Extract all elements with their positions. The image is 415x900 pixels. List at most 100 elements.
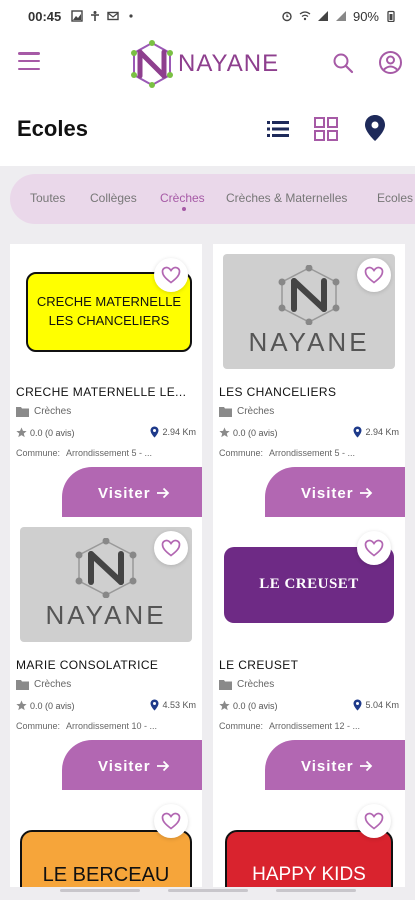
school-card[interactable]: CRECHE MATERNELLE LES CHANCELIERS CRECHE… (10, 244, 202, 519)
distance-text: 4.53 Km (162, 700, 196, 710)
system-icons: 90% (281, 9, 397, 24)
thumbnail-text-line: CRECHE MATERNELLE (36, 293, 182, 309)
nayane-logo-icon (75, 538, 137, 598)
commune-value: Arrondissement 10 - ... (66, 721, 158, 731)
thumbnail-sign: HAPPY KIDS (225, 830, 393, 887)
visit-label: Visiter (98, 484, 151, 502)
school-card[interactable]: NAYANE LES CHANCELIERS Crèches 0.0 (0 av… (213, 244, 405, 519)
distance-text: 5.04 Km (365, 700, 399, 710)
distance-text: 2.94 Km (162, 427, 196, 437)
school-card[interactable]: NAYANE MARIE CONSOLATRICE Crèches 0.0 (0… (10, 517, 202, 792)
favorite-heart-icon[interactable] (154, 258, 188, 292)
school-distance: 2.94 Km (150, 426, 196, 438)
school-commune: Commune: Arrondissement 5 - ... (16, 448, 196, 458)
nav-gesture-bar-center[interactable] (168, 889, 248, 892)
thumbnail-text: HAPPY KIDS (252, 864, 366, 885)
school-category: Crèches (16, 679, 71, 690)
arrow-right-icon (156, 487, 169, 499)
rating-text: 0.0 (0 avis) (233, 700, 278, 711)
dot-icon (129, 14, 133, 18)
nav-gesture-bar-right (276, 889, 356, 892)
visit-label: Visiter (301, 484, 354, 502)
signal-icon-2 (335, 11, 346, 21)
status-time: 00:45 (28, 8, 62, 24)
school-name: LES CHANCELIERS (219, 385, 337, 399)
star-icon (16, 427, 27, 438)
page-title: Ecoles (17, 116, 88, 141)
folder-icon (219, 680, 232, 690)
thumbnail-text-line: LES CHANCELIERS (48, 312, 170, 328)
alarm-icon (282, 11, 292, 22)
school-name: MARIE CONSOLATRICE (16, 658, 159, 672)
commune-label: Commune: (219, 448, 264, 458)
visit-button[interactable]: Visiter (62, 740, 202, 792)
status-bar: 00:45 90% (0, 0, 415, 32)
rating-text: 0.0 (0 avis) (30, 427, 75, 438)
wifi-icon (299, 11, 311, 21)
grid-view-icon[interactable] (314, 117, 338, 141)
category-label: Crèches (34, 679, 72, 690)
visit-button[interactable]: Visiter (265, 740, 405, 792)
favorite-heart-icon[interactable] (154, 804, 188, 838)
visit-label: Visiter (98, 757, 151, 775)
search-icon[interactable] (331, 51, 355, 75)
filter-colleges[interactable]: Collèges (90, 191, 137, 205)
thumbnail-logo-text: NAYANE (45, 600, 167, 630)
visit-label: Visiter (301, 757, 354, 775)
school-commune: Commune: Arrondissement 10 - ... (16, 721, 196, 731)
school-rating: 0.0 (0 avis) (16, 427, 75, 438)
mail-icon (107, 11, 119, 21)
thumbnail-logo-text: NAYANE (248, 327, 370, 357)
school-distance: 5.04 Km (353, 699, 399, 711)
thumbnail-text: LE BERCEAU (42, 863, 170, 886)
folder-icon (16, 407, 29, 417)
favorite-heart-icon[interactable] (357, 804, 391, 838)
rating-text: 0.0 (0 avis) (233, 427, 278, 438)
image-icon (71, 10, 83, 22)
school-rating: 0.0 (0 avis) (16, 700, 75, 711)
school-name: CRECHE MATERNELLE LE... (16, 385, 187, 399)
nayane-logo-icon (278, 265, 340, 325)
arrow-right-icon (359, 487, 372, 499)
visit-button[interactable]: Visiter (265, 467, 405, 519)
account-icon[interactable] (378, 50, 403, 75)
school-card[interactable]: LE BERCEAU (10, 790, 202, 887)
favorite-heart-icon[interactable] (154, 531, 188, 565)
filter-creches-maternelles[interactable]: Crèches & Maternelles (226, 191, 347, 205)
filter-ecoles[interactable]: Ecoles (377, 191, 413, 205)
signal-icon (317, 11, 328, 21)
schools-grid: CRECHE MATERNELLE LES CHANCELIERS CRECHE… (0, 232, 415, 887)
battery-icon (387, 10, 395, 22)
filter-toutes[interactable]: Toutes (30, 191, 65, 205)
star-icon (16, 700, 27, 711)
favorite-heart-icon[interactable] (357, 531, 391, 565)
favorite-heart-icon[interactable] (357, 258, 391, 292)
location-pin-icon (353, 426, 362, 438)
accessibility-icon (91, 11, 100, 21)
map-pin-icon[interactable] (364, 114, 386, 142)
school-card[interactable]: LE CREUSET LE CREUSET Crèches 0.0 (0 avi… (213, 517, 405, 792)
star-icon (219, 700, 230, 711)
school-distance: 2.94 Km (353, 426, 399, 438)
logo-text: NAYANE (178, 50, 280, 77)
thumbnail-sign: LE BERCEAU (20, 830, 192, 887)
rating-text: 0.0 (0 avis) (30, 700, 75, 711)
arrow-right-icon (156, 760, 169, 772)
visit-button[interactable]: Visiter (62, 467, 202, 519)
menu-icon[interactable] (18, 52, 40, 70)
thumbnail-text: LE CREUSET (259, 576, 359, 592)
school-card[interactable]: HAPPY KIDS (213, 790, 405, 887)
folder-icon (16, 680, 29, 690)
app-bar: NAYANE (0, 32, 415, 94)
filter-creches[interactable]: Crèches (160, 191, 205, 205)
active-filter-indicator (182, 207, 186, 211)
commune-label: Commune: (16, 448, 61, 458)
list-view-icon[interactable] (267, 119, 289, 139)
school-category: Crèches (219, 406, 274, 417)
arrow-right-icon (359, 760, 372, 772)
title-row: Ecoles (0, 94, 415, 166)
location-pin-icon (353, 699, 362, 711)
category-label: Crèches (34, 406, 72, 417)
location-pin-icon (150, 426, 159, 438)
commune-label: Commune: (219, 721, 264, 731)
